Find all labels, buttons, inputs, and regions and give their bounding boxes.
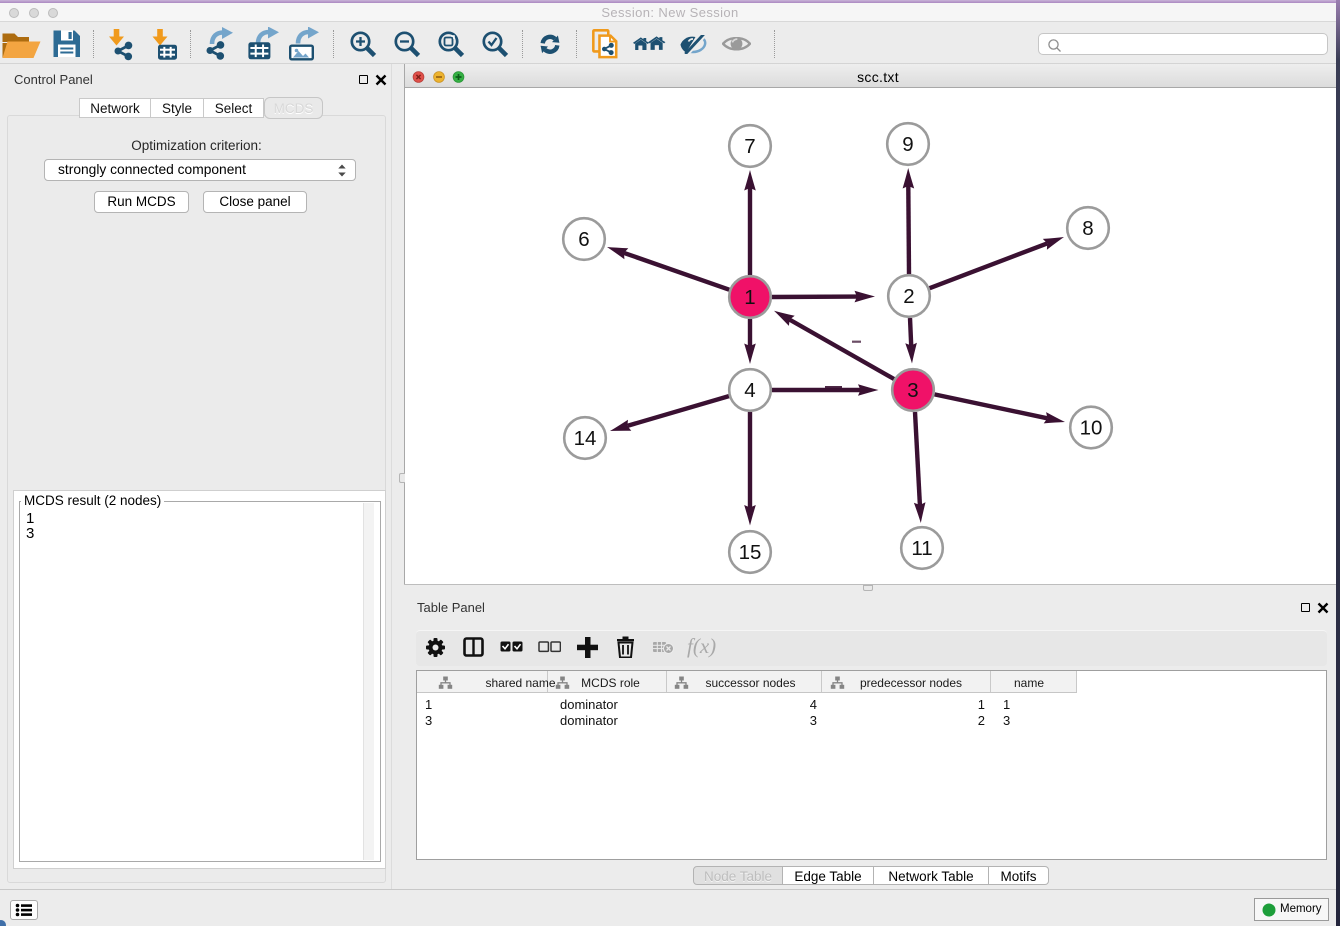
svg-text:2: 2 xyxy=(903,285,914,308)
svg-text:6: 6 xyxy=(578,228,589,251)
svg-text:10: 10 xyxy=(1080,417,1103,440)
svg-text:4: 4 xyxy=(744,379,755,402)
svg-text:7: 7 xyxy=(744,135,755,158)
svg-text:14: 14 xyxy=(574,427,597,450)
svg-text:15: 15 xyxy=(739,541,762,564)
svg-text:9: 9 xyxy=(902,133,913,156)
svg-text:8: 8 xyxy=(1082,217,1093,240)
svg-text:11: 11 xyxy=(911,537,932,560)
svg-text:3: 3 xyxy=(907,379,918,402)
svg-text:1: 1 xyxy=(744,286,755,309)
